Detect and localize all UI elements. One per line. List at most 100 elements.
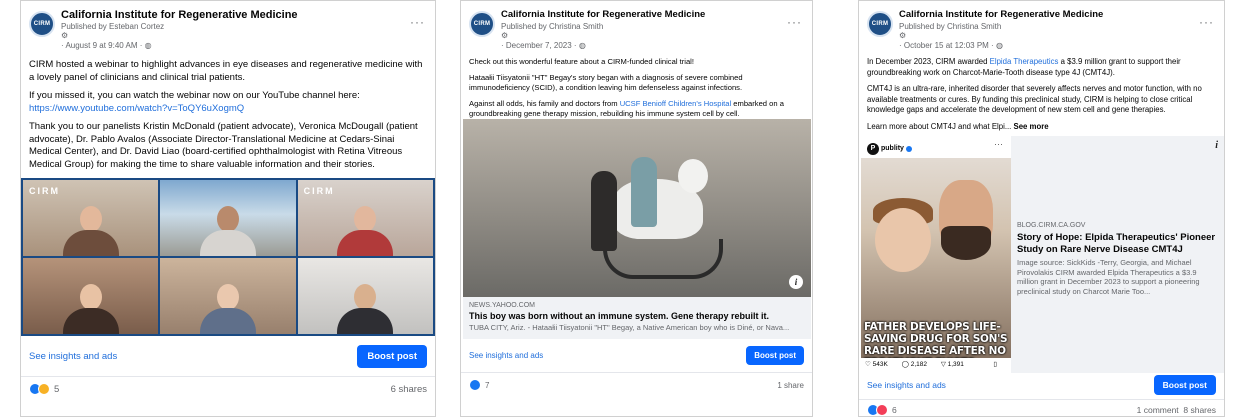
child-face: [875, 208, 931, 272]
post-date[interactable]: · December 7, 2023 · ◍: [501, 41, 586, 50]
cirm-watermark: CIRM: [29, 186, 60, 196]
published-by: Published by Christina Smith: [501, 22, 604, 31]
link-title: Story of Hope: Elpida Therapeutics' Pion…: [1017, 232, 1216, 255]
page-avatar[interactable]: CIRM: [469, 11, 495, 37]
video-tile: [160, 180, 296, 256]
more-options-icon[interactable]: ···: [787, 15, 802, 29]
post-text: Against all odds, his family and doctors…: [469, 99, 620, 108]
reaction-count: 7: [485, 380, 490, 390]
horse-stand: [603, 239, 723, 279]
page-avatar[interactable]: CIRM: [29, 11, 55, 37]
youtube-link[interactable]: https://www.youtube.com/watch?v=ToQY6uXo…: [29, 103, 244, 114]
participant: [62, 206, 119, 256]
post-paragraph: Hataałii Tiisyatonii "HT" Begay's story …: [469, 73, 743, 92]
post-paragraph: In December 2023, CIRM awarded Elpida Th…: [867, 57, 1216, 78]
link-preview-footer[interactable]: NEWS.YAHOO.COM This boy was born without…: [463, 297, 811, 339]
see-more-link[interactable]: See more: [1014, 122, 1049, 131]
embedded-shares-count: 1,391: [947, 361, 964, 368]
boost-post-button[interactable]: Boost post: [1153, 375, 1216, 395]
video-tile: [297, 258, 433, 334]
post-paragraph: Learn more about CMT4J and what Elpi... …: [867, 122, 1216, 133]
shares-count[interactable]: 1 share: [777, 381, 804, 390]
elpida-link[interactable]: Elpida Therapeutics: [990, 57, 1059, 66]
post-paragraph: Check out this wonderful feature about a…: [469, 57, 694, 66]
embedded-page-name: publity: [881, 145, 904, 153]
webinar-video[interactable]: CIRM CIRM: [21, 178, 435, 336]
see-insights-link[interactable]: See insights and ads: [29, 351, 117, 362]
verified-badge-icon: [905, 145, 912, 152]
link-title: This boy was born without an immune syst…: [469, 311, 770, 321]
care-reaction-icon: [38, 383, 50, 395]
link-preview-card[interactable]: Ppublity ··· FATHER DEVELOPS LIFE-SAVING…: [861, 136, 1224, 373]
post-paragraph: If you missed it, you can watch the webi…: [29, 90, 427, 115]
post-text: Learn more about CMT4J and what Elpi...: [867, 121, 1012, 131]
post-date-text: · October 15 at 12:03 PM ·: [899, 41, 996, 50]
shares-count[interactable]: 6 shares: [391, 384, 427, 395]
settings-icon: ⚙: [61, 31, 69, 40]
love-reaction-icon: [876, 404, 888, 416]
participant: [337, 284, 394, 334]
info-icon[interactable]: i: [789, 275, 803, 289]
post-date[interactable]: · August 9 at 9:40 AM · ◍: [61, 41, 152, 50]
participant: [337, 206, 394, 256]
facebook-post-webinar: CIRM California Institute for Regenerati…: [20, 0, 436, 417]
post-text: If you missed it, you can watch the webi…: [29, 90, 360, 101]
page-name[interactable]: California Institute for Regenerative Me…: [501, 9, 705, 20]
embedded-comments-count: 2,182: [910, 361, 928, 368]
embedded-shares: ▽ 1,391: [940, 361, 964, 368]
facebook-post-elpida: CIRM California Institute for Regenerati…: [858, 0, 1225, 417]
settings-icon: ⚙: [501, 31, 509, 40]
video-tile: [160, 258, 296, 334]
more-options-icon: ···: [994, 139, 1003, 149]
child-figure: [591, 171, 617, 251]
page-avatar[interactable]: CIRM: [867, 11, 893, 37]
reactions-summary[interactable]: 5: [29, 383, 59, 395]
embedded-post-header: Ppublity ···: [861, 136, 1011, 158]
post-actions: See insights and ads Boost post: [21, 345, 435, 368]
video-tile: CIRM: [297, 180, 433, 256]
post-header: CIRM California Institute for Regenerati…: [859, 1, 1224, 51]
post-date-text: · December 7, 2023 ·: [501, 41, 579, 50]
link-preview-text: BLOG.CIRM.CA.GOV Story of Hope: Elpida T…: [1017, 222, 1217, 296]
participant: [199, 284, 256, 334]
child-figure: [631, 157, 657, 227]
post-date[interactable]: · October 15 at 12:03 PM · ◍: [899, 41, 1003, 50]
globe-icon: ◍: [578, 41, 586, 50]
reactions-bar: 6 1 comment 8 shares: [859, 399, 1224, 416]
boost-post-button[interactable]: Boost post: [746, 346, 804, 365]
reactions-summary[interactable]: 6: [867, 404, 897, 416]
reactions-bar: 7 1 share: [461, 372, 812, 391]
cirm-watermark: CIRM: [303, 186, 335, 196]
participant: [199, 206, 256, 256]
boost-post-button[interactable]: Boost post: [357, 345, 427, 368]
see-insights-link[interactable]: See insights and ads: [469, 351, 543, 360]
post-text: In December 2023, CIRM awarded: [867, 57, 990, 66]
post-date-text: · August 9 at 9:40 AM ·: [61, 41, 145, 50]
more-options-icon[interactable]: ···: [1199, 15, 1214, 29]
globe-icon: ◍: [995, 41, 1003, 50]
page-name[interactable]: California Institute for Regenerative Me…: [61, 9, 298, 21]
reactions-summary[interactable]: 7: [469, 379, 489, 391]
avatar-text: CIRM: [871, 21, 889, 27]
post-header: CIRM California Institute for Regenerati…: [461, 1, 812, 51]
link-description: Image source: SickKids -Terry, Georgia, …: [1017, 258, 1200, 296]
embedded-comments: ◯ 2,182: [901, 361, 928, 368]
avatar-text: CIRM: [473, 21, 491, 27]
info-icon[interactable]: i: [1215, 140, 1218, 151]
link-domain: BLOG.CIRM.CA.GOV: [1017, 222, 1086, 229]
embedded-post-stats: ♡ 543K ◯ 2,182 ▽ 1,391 ▯: [861, 358, 1011, 373]
post-header: CIRM California Institute for Regenerati…: [21, 1, 435, 51]
settings-icon: ⚙: [899, 31, 907, 40]
more-options-icon[interactable]: ···: [410, 15, 425, 29]
published-by: Published by Christina Smith: [899, 22, 1002, 31]
link-preview-image[interactable]: i: [463, 119, 811, 297]
hospital-link[interactable]: UCSF Benioff Children's Hospital: [620, 99, 731, 108]
post-paragraph: CMT4J is an ultra-rare, inherited disord…: [867, 84, 1202, 114]
comments-shares-count[interactable]: 1 comment 8 shares: [1137, 405, 1216, 415]
post-body: CIRM hosted a webinar to highlight advan…: [21, 51, 435, 171]
see-insights-link[interactable]: See insights and ads: [867, 380, 946, 390]
published-by: Published by Esteban Cortez: [61, 22, 165, 31]
bookmark-icon: ▯: [993, 361, 997, 368]
reactions-bar: 5 6 shares: [21, 376, 435, 395]
page-name[interactable]: California Institute for Regenerative Me…: [899, 9, 1103, 20]
